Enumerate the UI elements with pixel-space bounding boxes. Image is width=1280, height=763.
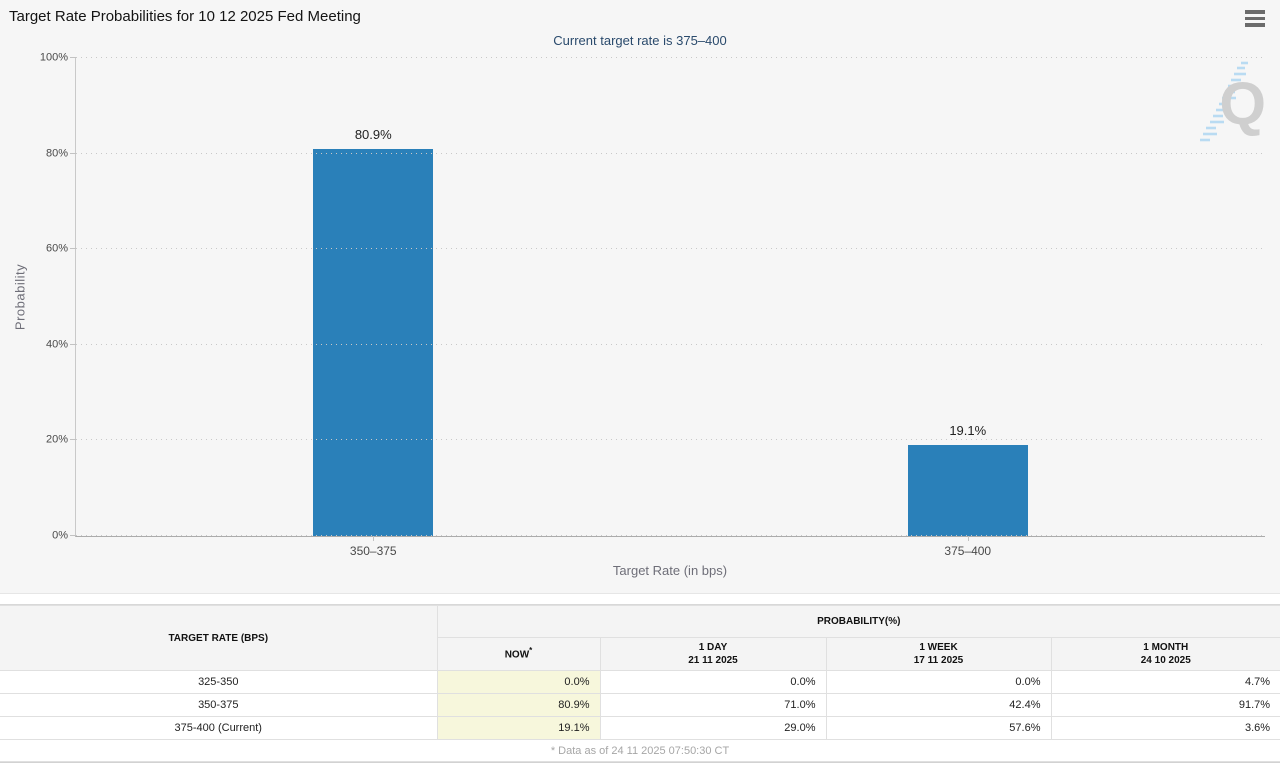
chart-panel: Target Rate Probabilities for 10 12 2025… bbox=[0, 0, 1280, 594]
y-tick-label: 100% bbox=[39, 51, 68, 64]
probability-table: TARGET RATE (BPS) PROBABILITY(%) NOW* 1 … bbox=[0, 605, 1280, 762]
month-value-cell: 91.7% bbox=[1050, 693, 1280, 717]
bar-value-label: 19.1% bbox=[949, 422, 987, 438]
now-value-cell: 0.0% bbox=[436, 670, 601, 694]
rate-range-cell: 350-375 bbox=[0, 693, 438, 717]
menu-bar bbox=[1245, 23, 1265, 27]
menu-bar bbox=[1245, 10, 1265, 14]
col-header-probability-group: PROBABILITY(%) bbox=[436, 605, 1280, 638]
gridline bbox=[76, 57, 1265, 58]
table-footnote-row: * Data as of 24 11 2025 07:50:30 CT bbox=[0, 739, 1280, 762]
col-header-1-week: 1 WEEK 17 11 2025 bbox=[825, 637, 1052, 671]
gridline bbox=[76, 343, 1265, 345]
table-row: 350-375 80.9% 71.0% 42.4% 91.7% bbox=[0, 693, 1280, 717]
col-header-target-rate: TARGET RATE (BPS) bbox=[0, 605, 438, 671]
x-category-label: 375–400 bbox=[944, 544, 992, 558]
month-value-cell: 3.6% bbox=[1050, 716, 1280, 740]
y-axis-tick bbox=[70, 535, 76, 536]
hamburger-menu-icon[interactable] bbox=[1245, 10, 1267, 28]
y-axis-title: Probability bbox=[12, 263, 28, 331]
month-value-cell: 4.7% bbox=[1050, 670, 1280, 694]
bar-value-label: 80.9% bbox=[354, 127, 392, 143]
now-value-cell: 80.9% bbox=[436, 693, 601, 717]
bar-350-375[interactable] bbox=[313, 149, 434, 536]
day-value-cell: 0.0% bbox=[599, 670, 827, 694]
table-row: 375-400 (Current) 19.1% 29.0% 57.6% 3.6% bbox=[0, 716, 1280, 740]
y-axis-tick bbox=[70, 57, 76, 58]
day-value-cell: 71.0% bbox=[599, 693, 827, 717]
table-row: 325-350 0.0% 0.0% 0.0% 4.7% bbox=[0, 670, 1280, 694]
x-category-label: 350–375 bbox=[349, 544, 397, 558]
x-axis-tick bbox=[967, 536, 969, 541]
x-axis-tick bbox=[373, 536, 375, 541]
y-tick-label: 20% bbox=[45, 433, 68, 446]
rate-range-cell: 375-400 (Current) bbox=[0, 716, 438, 740]
now-asterisk: * bbox=[529, 646, 533, 656]
gridline bbox=[76, 152, 1265, 154]
x-axis-title: Target Rate (in bps) bbox=[612, 563, 728, 578]
week-value-cell: 42.4% bbox=[825, 693, 1052, 717]
plot-area: 80.9% 19.1% 350–375 375–400 0% 20% 40% 60% 8… bbox=[40, 52, 1265, 558]
rate-range-cell: 325-350 bbox=[0, 670, 438, 694]
menu-bar bbox=[1245, 16, 1265, 20]
now-label: NOW bbox=[504, 649, 530, 661]
quikstrike-watermark-logo: Q bbox=[1186, 60, 1268, 145]
bar-375-400[interactable] bbox=[907, 444, 1028, 536]
y-axis-tick bbox=[70, 343, 76, 345]
y-axis-tick bbox=[70, 439, 76, 441]
now-value-cell: 19.1% bbox=[436, 716, 601, 740]
gridline bbox=[76, 439, 1265, 441]
fedwatch-tool-page: Target Rate Probabilities for 10 12 2025… bbox=[0, 0, 1280, 763]
probability-table-panel: TARGET RATE (BPS) PROBABILITY(%) NOW* 1 … bbox=[0, 604, 1280, 763]
col-header-now: NOW* bbox=[437, 637, 601, 671]
y-axis-tick bbox=[70, 248, 76, 250]
data-as-of-note: * Data as of 24 11 2025 07:50:30 CT bbox=[0, 739, 1280, 762]
col-header-1-month: 1 MONTH 24 10 2025 bbox=[1050, 637, 1280, 671]
y-tick-label: 60% bbox=[45, 242, 68, 255]
watermark-q-letter: Q bbox=[1219, 70, 1266, 137]
y-tick-label: 40% bbox=[45, 338, 68, 351]
day-value-cell: 29.0% bbox=[599, 716, 827, 740]
gridline bbox=[76, 535, 1265, 536]
week-value-cell: 57.6% bbox=[825, 716, 1052, 740]
col-header-1-day: 1 DAY 21 11 2025 bbox=[599, 637, 827, 671]
y-tick-label: 0% bbox=[52, 529, 68, 542]
y-tick-label: 80% bbox=[45, 147, 68, 160]
y-axis-tick bbox=[70, 152, 76, 154]
page-title: Target Rate Probabilities for 10 12 2025… bbox=[9, 8, 361, 25]
week-value-cell: 0.0% bbox=[825, 670, 1052, 694]
gridline bbox=[76, 248, 1265, 250]
chart-subtitle: Current target rate is 375–400 bbox=[553, 33, 727, 48]
